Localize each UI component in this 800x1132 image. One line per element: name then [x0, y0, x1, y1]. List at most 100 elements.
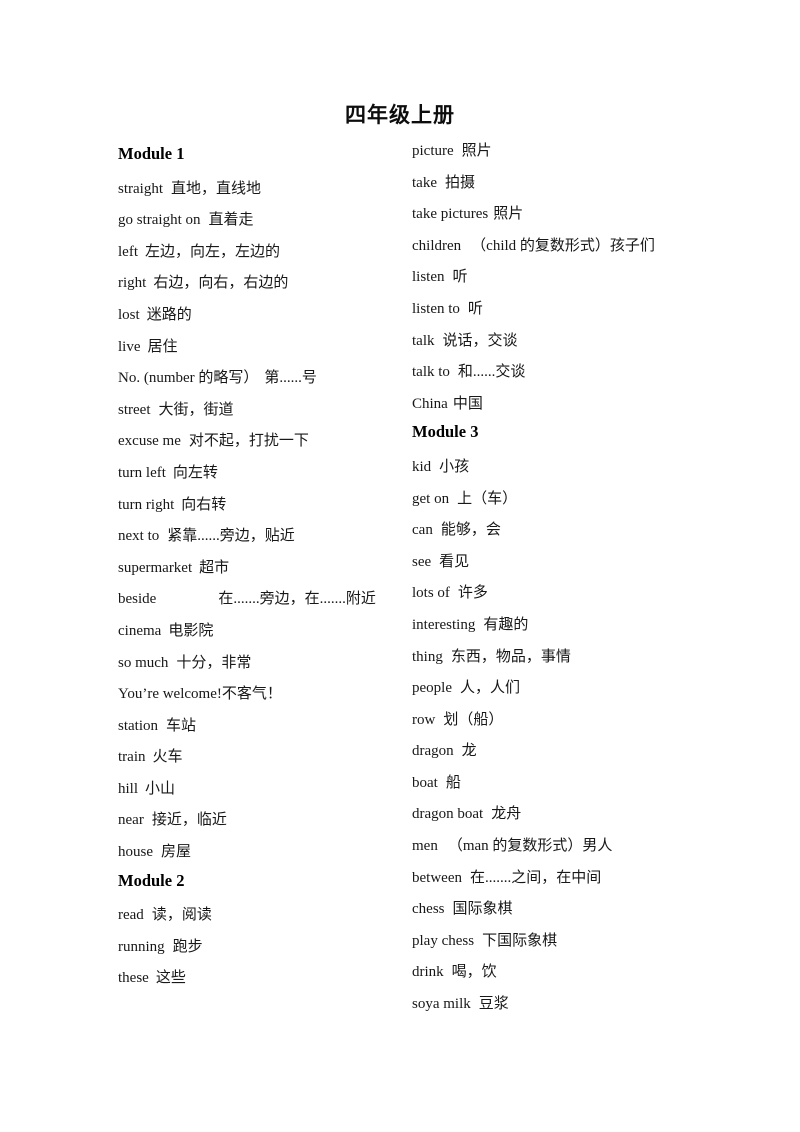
- vocabulary-entry: right 右边，向右，右边的: [118, 272, 403, 304]
- entry-english: left: [118, 243, 138, 260]
- entry-chinese: 听: [467, 300, 483, 317]
- entry-english: men: [412, 838, 438, 855]
- entry-chinese: 火车: [152, 749, 183, 766]
- right-column: picture 照片 take 拍摄 take pictures 照片 children （c…: [412, 144, 712, 1031]
- entry-english: talk to: [412, 364, 450, 381]
- entry-chinese: 国际象棋: [452, 901, 513, 918]
- entry-chinese: 超市: [199, 559, 230, 576]
- vocabulary-entry: lost 迷路的: [118, 304, 403, 336]
- vocabulary-entry: China 中国: [412, 393, 712, 425]
- vocabulary-entry: turn left 向左转: [118, 462, 403, 494]
- vocabulary-entry: men （man 的复数形式）男人: [412, 835, 712, 867]
- vocabulary-entry: You’re welcome! 不客气！: [118, 683, 403, 715]
- entry-chinese: 对不起，打扰一下: [188, 433, 309, 450]
- entry-english: get on: [412, 490, 450, 507]
- entry-chinese: 照片: [461, 143, 492, 159]
- entry-chinese: 直地，直线地: [171, 180, 262, 197]
- entry-english: talk: [412, 332, 435, 349]
- entry-english: dragon boat: [412, 806, 484, 823]
- vocabulary-entry: children （child 的复数形式）孩子们: [412, 235, 712, 267]
- entry-chinese: 在.......旁边，在.......附近: [218, 591, 376, 608]
- entry-english: kid: [412, 458, 432, 475]
- vocabulary-entry: read 读，阅读: [118, 904, 403, 936]
- vocabulary-entry: interesting 有趣的: [412, 614, 712, 646]
- entry-chinese: 右边，向右，右边的: [153, 275, 289, 292]
- vocabulary-entry: people 人，人们: [412, 677, 712, 709]
- entry-english: turn right: [118, 496, 175, 513]
- entry-english: soya milk: [412, 996, 471, 1013]
- vocabulary-entry: soya milk 豆浆: [412, 993, 712, 1025]
- entry-english: station: [118, 717, 158, 734]
- vocabulary-entry: lots of 许多: [412, 582, 712, 614]
- vocabulary-entry: can 能够，会: [412, 519, 712, 551]
- vocabulary-entry: dragon boat 龙舟: [412, 803, 712, 835]
- vocabulary-entry: between 在.......之间，在中间: [412, 867, 712, 899]
- entry-chinese: 电影院: [168, 622, 214, 639]
- vocabulary-entry: so much 十分，非常: [118, 652, 403, 684]
- entry-english: live: [118, 338, 141, 355]
- entry-english: go straight on: [118, 212, 201, 229]
- entry-english: between: [412, 869, 462, 886]
- vocabulary-entry: station 车站: [118, 715, 403, 747]
- left-column-entries: Module 1 straight 直地，直线地 go straight on 直着走 l…: [118, 144, 403, 999]
- entry-chinese: （child 的复数形式）孩子们: [471, 237, 655, 254]
- entry-chinese: 看见: [439, 553, 470, 570]
- entry-chinese: 中国: [452, 395, 483, 412]
- vocabulary-entry: running 跑步: [118, 936, 403, 968]
- entry-chinese: 车站: [166, 717, 197, 734]
- entry-english: near: [118, 812, 144, 829]
- entry-chinese: 居住: [147, 338, 178, 355]
- entry-chinese: 上（车）: [457, 490, 518, 507]
- entry-english: dragon: [412, 743, 454, 760]
- right-column-entries: picture 照片 take 拍摄 take pictures 照片 children （c…: [412, 140, 712, 1025]
- entry-english: so much: [118, 654, 169, 671]
- entry-chinese: 这些: [155, 970, 186, 987]
- entry-english: picture: [412, 143, 454, 159]
- vocabulary-entry: house 房屋: [118, 841, 403, 873]
- entry-chinese: 和......交谈: [457, 364, 526, 381]
- vocabulary-entry: play chess 下国际象棋: [412, 930, 712, 962]
- entry-english: listen to: [412, 300, 460, 317]
- entry-chinese: 能够，会: [440, 522, 501, 539]
- module-heading: Module 1: [118, 144, 185, 163]
- vocabulary-entry: chess 国际象棋: [412, 898, 712, 930]
- module-heading: Module 2: [118, 870, 185, 890]
- entry-english: No. (number 的略写）: [118, 370, 259, 387]
- entry-chinese: 东西，物品，事情: [450, 648, 571, 665]
- entry-chinese: 说话，交谈: [442, 332, 518, 349]
- entry-chinese: 接近，临近: [151, 812, 227, 829]
- entry-english: running: [118, 938, 165, 955]
- entry-chinese: 下国际象棋: [482, 932, 558, 949]
- entry-chinese: 船: [445, 774, 461, 791]
- entry-chinese: 人，人们: [459, 680, 520, 697]
- vocabulary-entry: dragon 龙: [412, 740, 712, 772]
- entry-chinese: 豆浆: [478, 996, 509, 1013]
- entry-chinese: 房屋: [161, 844, 192, 861]
- entry-chinese: （man 的复数形式）男人: [447, 838, 613, 855]
- vocabulary-entry: talk 说话，交谈: [412, 330, 712, 362]
- entry-english: boat: [412, 774, 438, 791]
- vocabulary-entry: go straight on 直着走: [118, 209, 403, 241]
- entry-chinese: 有趣的: [483, 616, 529, 633]
- vocabulary-entry: straight 直地，直线地: [118, 178, 403, 210]
- document-page: 四年级上册 Module 1 straight 直地，直线地 go straight …: [0, 0, 800, 1132]
- entry-chinese: 小山: [145, 780, 176, 797]
- entry-english: street: [118, 401, 151, 418]
- entry-english: take pictures: [412, 206, 489, 223]
- vocabulary-entry: next to 紧靠......旁边，贴近: [118, 525, 403, 557]
- entry-english: turn left: [118, 464, 166, 481]
- vocabulary-entry: turn right 向右转: [118, 494, 403, 526]
- entry-english: drink: [412, 964, 444, 981]
- vocabulary-entry: street 大街，街道: [118, 399, 403, 431]
- entry-chinese: 在.......之间，在中间: [469, 869, 602, 886]
- page-title: 四年级上册: [345, 103, 455, 127]
- entry-chinese: 跑步: [172, 938, 203, 955]
- vocabulary-entry: live 居住: [118, 336, 403, 368]
- vocabulary-entry: talk to 和......交谈: [412, 361, 712, 393]
- vocabulary-entry: get on 上（车）: [412, 488, 712, 520]
- entry-chinese: 读，阅读: [151, 907, 212, 924]
- vocabulary-entry: train 火车: [118, 746, 403, 778]
- entry-english: supermarket: [118, 559, 193, 576]
- entry-english: can: [412, 522, 433, 539]
- entry-english: lost: [118, 306, 140, 323]
